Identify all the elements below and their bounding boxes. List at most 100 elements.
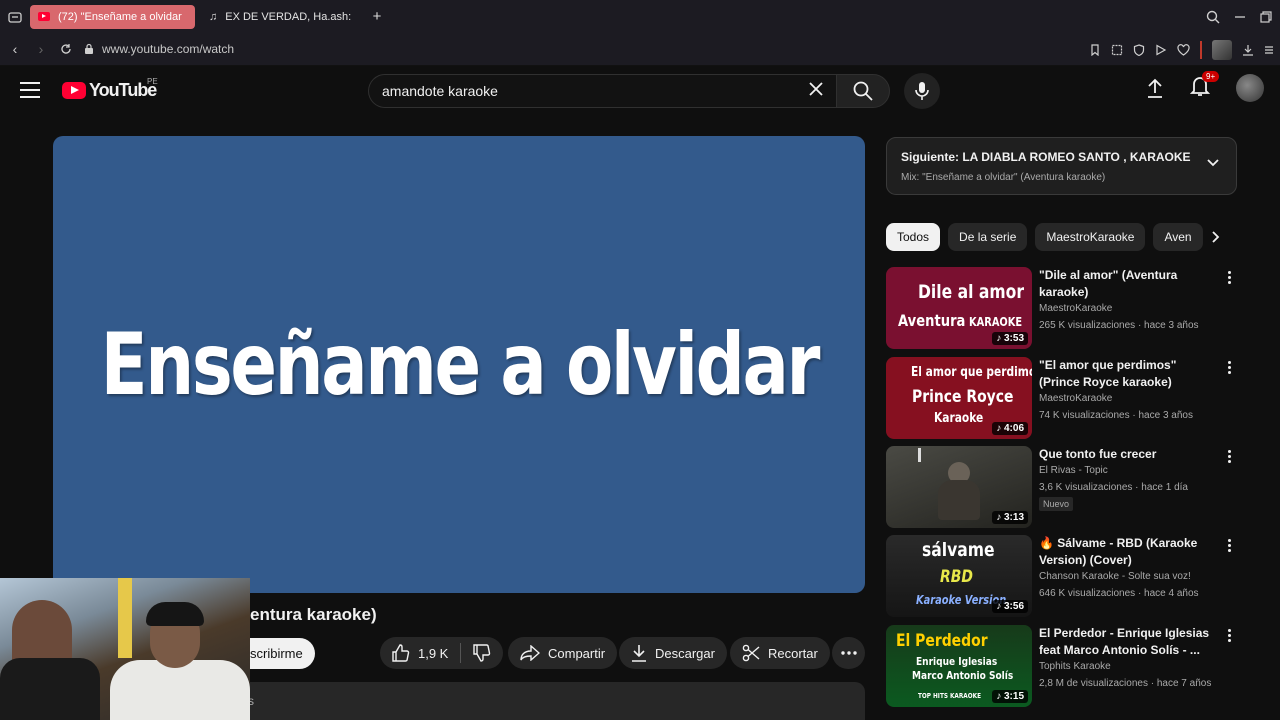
more-vertical-icon[interactable]: [1228, 539, 1232, 552]
video-thumbnail[interactable]: El Perdedor Enrique Iglesias Marco Anton…: [886, 625, 1032, 707]
chevron-down-icon[interactable]: [1206, 158, 1220, 168]
mix-playlist-header[interactable]: Siguiente: LA DIABLA ROMEO SANTO , KARAO…: [886, 137, 1237, 195]
url-text: www.youtube.com/watch: [102, 42, 235, 56]
hamburger-menu-icon[interactable]: [20, 82, 40, 98]
channel-name[interactable]: Tophits Karaoke: [1039, 661, 1214, 672]
tab-label: (72) "Enseñame a olvidar: [58, 10, 182, 23]
search-button[interactable]: [836, 74, 890, 108]
back-icon[interactable]: ‹: [4, 41, 26, 57]
video-title[interactable]: El Perdedor - Enrique Iglesias feat Marc…: [1039, 625, 1214, 659]
minimize-icon[interactable]: [1234, 11, 1246, 23]
forward-icon[interactable]: ›: [30, 41, 52, 57]
download-button[interactable]: Descargar: [619, 637, 727, 669]
list-item[interactable]: El amor que perdimos Prince Royce Karaok…: [886, 357, 1236, 439]
screenshot-icon[interactable]: [1111, 44, 1123, 56]
account-avatar[interactable]: [1236, 74, 1264, 102]
subscribe-label: scribirme: [250, 646, 303, 661]
video-meta: 74 K visualizaciones · hace 3 años: [1039, 410, 1193, 421]
address-bar: ‹ › www.youtube.com/watch: [0, 33, 1280, 66]
list-item[interactable]: ♪ 3:13 Que tonto fue crecer El Rivas - T…: [886, 446, 1236, 528]
share-button[interactable]: Compartir: [508, 637, 618, 669]
more-vertical-icon[interactable]: [1228, 361, 1232, 374]
duration: 4:06: [1003, 423, 1024, 434]
profile-avatar[interactable]: [1212, 39, 1232, 60]
youtube-logo[interactable]: YouTube PE: [62, 77, 158, 101]
chevron-right-icon: [1212, 231, 1220, 243]
chip-de-la-serie[interactable]: De la serie: [948, 223, 1028, 251]
video-meta: 3,6 K visualizaciones · hace 1 día: [1039, 482, 1188, 493]
list-item[interactable]: El Perdedor Enrique Iglesias Marco Anton…: [886, 625, 1236, 707]
more-horizontal-icon: [840, 651, 857, 655]
new-badge: Nuevo: [1039, 497, 1074, 511]
clear-search-icon[interactable]: [806, 81, 826, 101]
list-item[interactable]: Dile al amor Aventura KARAOKE ♪ 3:53 "Di…: [886, 267, 1236, 349]
tab-ex-de-verdad[interactable]: ♫ EX DE VERDAD, Ha.ash: A: [201, 5, 361, 29]
microphone-icon: [915, 82, 929, 100]
duration-badge: ♪ 3:53: [992, 332, 1028, 345]
heart-icon[interactable]: [1177, 43, 1190, 56]
person-silhouette: [938, 480, 980, 520]
download-arrow-icon: [632, 645, 646, 662]
chip-aventura[interactable]: Aven: [1153, 223, 1203, 251]
shield-icon[interactable]: [1133, 43, 1145, 56]
video-thumbnail[interactable]: Dile al amor Aventura KARAOKE ♪ 3:53: [886, 267, 1032, 349]
video-title[interactable]: "El amor que perdimos" (Prince Royce kar…: [1039, 357, 1214, 391]
channel-name[interactable]: MaestroKaraoke: [1039, 393, 1214, 404]
play-icon[interactable]: [1155, 43, 1167, 56]
thumb-text: Aventura: [898, 311, 966, 330]
chips-next-button[interactable]: [1202, 223, 1230, 251]
thumb-text: sálvame: [922, 539, 995, 561]
youtube-play-icon: [62, 82, 86, 99]
webcam-overlay: [0, 578, 250, 720]
more-actions-button[interactable]: [832, 637, 865, 669]
video-thumbnail[interactable]: El amor que perdimos Prince Royce Karaok…: [886, 357, 1032, 439]
video-thumbnail[interactable]: ♪ 3:13: [886, 446, 1032, 528]
tab-overview-icon[interactable]: [0, 0, 30, 33]
thumb-text: KARAOKE: [969, 315, 1023, 329]
tab-youtube[interactable]: (72) "Enseñame a olvidar: [30, 4, 195, 29]
reload-icon[interactable]: [60, 43, 72, 55]
country-code: PE: [147, 77, 158, 86]
voice-search-button[interactable]: [904, 73, 940, 109]
browser-tab-bar: (72) "Enseñame a olvidar ♫ EX DE VERDAD,…: [0, 0, 1280, 33]
thumbs-down-icon[interactable]: [473, 644, 491, 662]
restore-icon[interactable]: [1260, 10, 1272, 23]
upload-icon[interactable]: [1146, 78, 1164, 98]
video-title[interactable]: "Dile al amor" (Aventura karaoke): [1039, 267, 1214, 301]
list-item[interactable]: sálvame RBD Karaoke Version ♪ 3:56 🔥 Sál…: [886, 535, 1236, 617]
duration-badge: ♪ 3:15: [992, 690, 1028, 703]
download-label: Descargar: [655, 645, 715, 661]
clip-button[interactable]: Recortar: [730, 637, 830, 669]
download-icon[interactable]: [1242, 44, 1254, 56]
bookmark-icon[interactable]: [1089, 43, 1101, 56]
more-vertical-icon[interactable]: [1228, 629, 1232, 642]
like-button[interactable]: 1,9 K: [392, 643, 462, 663]
video-title[interactable]: 🔥 Sálvame - RBD (Karaoke Version) (Cover…: [1039, 535, 1214, 569]
video-thumbnail[interactable]: sálvame RBD Karaoke Version ♪ 3:56: [886, 535, 1032, 617]
clip-label: Recortar: [768, 645, 818, 661]
search-tabs-icon[interactable]: [1206, 10, 1220, 24]
subscribe-button[interactable]: scribirme: [240, 638, 315, 669]
more-vertical-icon[interactable]: [1228, 271, 1232, 284]
share-label: Compartir: [548, 645, 606, 661]
chip-maestrokaraoke[interactable]: MaestroKaraoke: [1035, 223, 1146, 251]
channel-name[interactable]: MaestroKaraoke: [1039, 303, 1214, 314]
video-player[interactable]: Enseñame a olvidar: [53, 136, 865, 593]
menu-icon[interactable]: [1264, 45, 1274, 55]
next-up-title: Siguiente: LA DIABLA ROMEO SANTO , KARAO…: [901, 150, 1191, 164]
channel-name[interactable]: Chanson Karaoke - Solte sua voz!: [1039, 571, 1214, 582]
description-box[interactable]: s: [240, 682, 865, 720]
video-title[interactable]: Que tonto fue crecer: [1039, 446, 1214, 463]
new-tab-button[interactable]: +: [367, 8, 387, 25]
video-title: entura karaoke): [250, 605, 377, 624]
notifications-button[interactable]: 9+: [1189, 70, 1220, 102]
youtube-favicon-icon: [38, 12, 50, 21]
player-overlay-text: Enseñame a olvidar: [100, 314, 820, 415]
video-meta: 2,8 M de visualizaciones · hace 7 años: [1039, 678, 1212, 689]
video-meta: 265 K visualizaciones · hace 3 años: [1039, 320, 1199, 331]
channel-name[interactable]: El Rivas - Topic: [1039, 465, 1214, 476]
more-vertical-icon[interactable]: [1228, 450, 1232, 463]
search-input[interactable]: amandote karaoke: [368, 74, 836, 108]
chip-todos[interactable]: Todos: [886, 223, 941, 251]
url-field[interactable]: www.youtube.com/watch: [84, 42, 234, 56]
